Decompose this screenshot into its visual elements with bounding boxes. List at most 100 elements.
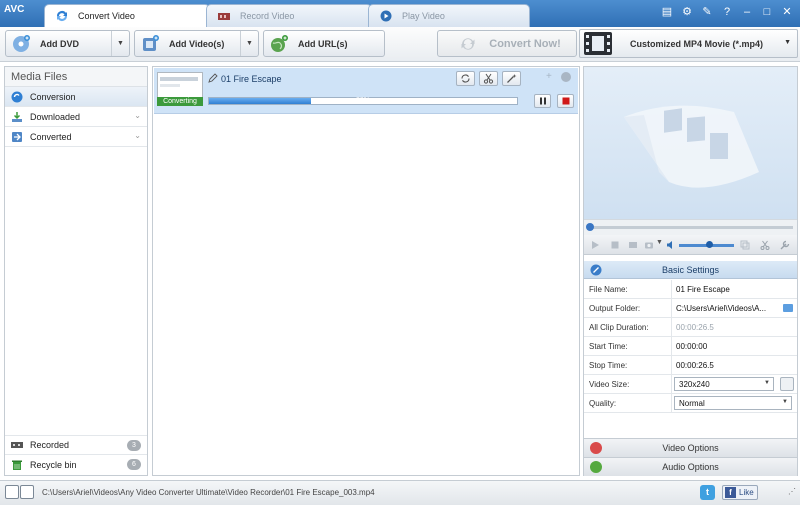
seek-bar[interactable] [584,219,797,235]
video-preview [584,67,797,219]
dropdown-arrow-icon[interactable]: ▼ [111,31,129,56]
volume-icon[interactable] [666,240,676,250]
gear-icon[interactable]: ⚙ [680,5,694,19]
progress-text: 33% [355,97,370,104]
recycle-bin-icon [12,460,22,470]
chevron-down-icon[interactable]: ⌄ [134,131,141,140]
minimize-icon[interactable]: – [740,5,754,19]
effects-button[interactable] [502,71,521,86]
stop-icon[interactable] [610,240,620,250]
convert-icon [57,10,67,21]
add-videos-label: Add Video(s) [169,38,225,49]
window-controls: ▤ ⚙ ✎ ? – □ ✕ [660,5,794,19]
pause-button[interactable] [534,94,551,108]
property-label: Video Size: [584,375,672,393]
add-icon[interactable]: + [546,71,552,82]
globe-add-icon [271,34,288,52]
property-output-folder: Output Folder: C:\Users\Ariel\Videos\A..… [584,299,797,318]
right-panel: ▼ Basic Settings File Name: 01 Fire Esca… [583,66,798,476]
task-title: 01 Fire Escape [221,74,282,84]
facebook-like-button[interactable]: f Like [722,485,758,500]
trim-button[interactable] [479,71,498,86]
output-folder-value: C:\Users\Ariel\Videos\A... [676,304,767,313]
stop-icon [562,97,569,105]
convert-icon [461,37,475,50]
tab-play-video[interactable]: Play Video [368,4,530,27]
basic-settings-title: Basic Settings [661,264,720,275]
sidebar-item-recorded[interactable]: Recorded 3 [5,435,147,455]
volume-handle[interactable] [706,241,713,248]
gear-icon[interactable] [780,377,794,391]
sidebar-item-label: Downloaded [30,111,81,122]
sidebar-item-recycle-bin[interactable]: Recycle bin 6 [5,455,147,475]
tab-record-video[interactable]: Record Video [206,4,372,27]
property-stop-time: Stop Time: 00:00:26.5 [584,356,797,375]
volume-slider[interactable] [679,241,734,248]
record-icon [11,442,23,448]
add-urls-button[interactable]: Add URL(s) [263,30,385,57]
start-time-field[interactable]: 00:00:00 [672,337,797,355]
sidebar-item-converted[interactable]: Converted ⌄ [5,127,147,147]
maximize-icon[interactable]: □ [760,5,774,19]
sidebar-item-label: Recycle bin [30,460,77,470]
tab-convert-video[interactable]: Convert Video [44,4,210,27]
property-quality: Quality: Normal ▼ [584,394,797,413]
converted-icon [12,131,22,142]
property-label: Output Folder: [584,299,672,317]
menu-icon[interactable]: ▤ [660,5,674,19]
progress-bar: 33% [208,97,518,105]
dropdown-arrow-icon: ▼ [784,39,791,46]
sidebar-item-label: Recorded [30,440,70,450]
stop-button[interactable] [557,94,574,108]
quality-cell: Normal ▼ [672,394,797,412]
folder-icon[interactable] [628,240,638,250]
resize-grip-icon[interactable]: ⋰ [788,487,796,496]
output-profile-select[interactable]: Customized MP4 Movie (*.mp4) ▼ [579,29,798,58]
toggle-sidebar-icon[interactable] [5,485,19,499]
convert-icon [11,91,23,102]
file-name-field[interactable]: 01 Fire Escape [672,280,797,298]
help-icon[interactable]: ? [720,5,734,19]
task-row[interactable]: Converting 01 Fire Escape + 33% [154,68,578,114]
close-circle-icon[interactable] [561,72,571,82]
play-icon[interactable] [590,240,600,250]
convert-now-button[interactable]: Convert Now! [437,30,577,57]
property-start-time: Start Time: 00:00:00 [584,337,797,356]
property-label: Quality: [584,394,672,412]
toggle-panel-icon[interactable] [20,485,34,499]
play-circle-icon [380,10,392,22]
audio-options-header[interactable]: Audio Options [584,457,797,476]
dropdown-arrow-icon[interactable]: ▼ [240,31,258,56]
video-size-select[interactable]: 320x240 ▼ [674,377,774,391]
convert-settings-button[interactable] [456,71,475,86]
quality-value: Normal [679,399,705,408]
video-options-header[interactable]: Video Options [584,438,797,457]
settings-icon [590,264,602,276]
dropdown-arrow-icon: ▼ [764,380,770,386]
wrench-icon[interactable]: ✎ [700,5,714,19]
folder-icon[interactable] [783,304,793,312]
add-videos-button[interactable]: Add Video(s) ▼ [134,30,259,57]
twitter-icon[interactable]: t [700,485,715,500]
sidebar-item-conversion[interactable]: Conversion [5,87,147,107]
video-size-value: 320x240 [679,380,710,389]
output-folder-field[interactable]: C:\Users\Ariel\Videos\A... [672,299,797,317]
chevron-down-icon[interactable]: ▼ [656,239,666,249]
count-badge: 6 [127,459,141,470]
stop-time-field[interactable]: 00:00:26.5 [672,356,797,374]
camera-icon[interactable] [644,240,654,250]
snapshot-icon[interactable] [740,240,750,250]
sidebar-item-downloaded[interactable]: Downloaded ⌄ [5,107,147,127]
wrench-icon[interactable] [780,240,790,250]
quality-select[interactable]: Normal ▼ [674,396,792,410]
seek-handle[interactable] [586,223,594,231]
basic-settings-header[interactable]: Basic Settings [584,261,797,279]
scissors-icon[interactable] [760,240,770,250]
chevron-down-icon[interactable]: ⌄ [134,111,141,120]
property-label: File Name: [584,280,672,298]
add-dvd-button[interactable]: Add DVD ▼ [5,30,130,57]
status-path: C:\Users\Ariel\Videos\Any Video Converte… [42,488,375,497]
all-clip-duration-value: 00:00:26.5 [676,323,714,332]
pencil-icon[interactable] [208,73,218,83]
close-icon[interactable]: ✕ [780,5,794,19]
